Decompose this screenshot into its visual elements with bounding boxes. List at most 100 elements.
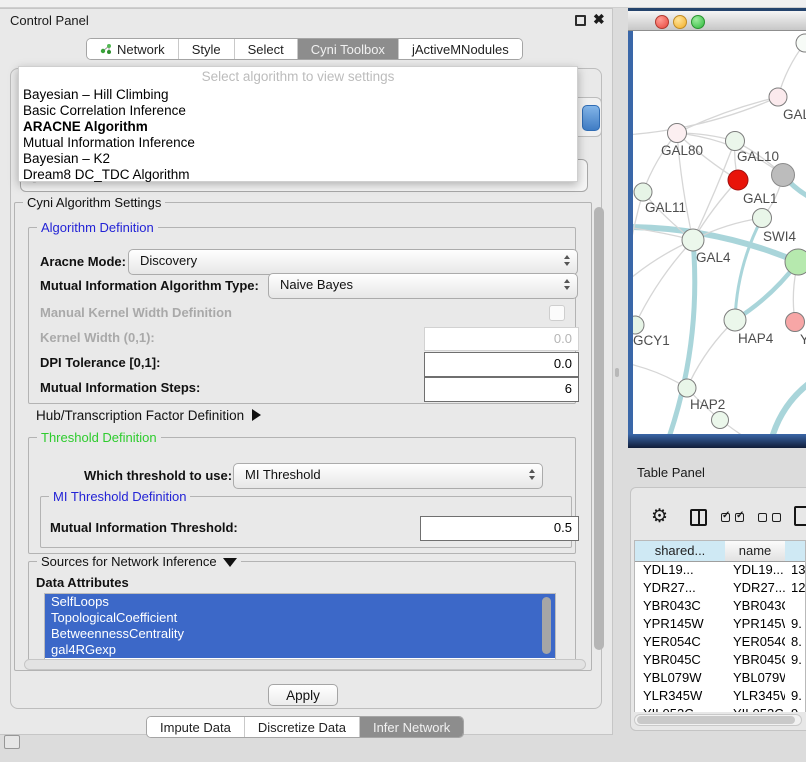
gear-icon[interactable]: ⚙ [651,505,668,528]
mi-type-value: Naive Bayes [280,277,353,292]
network-node-gal4[interactable] [682,229,704,251]
file-icon[interactable] [794,506,806,526]
network-node-hap4[interactable] [724,309,746,331]
table-cell: YER054C [643,633,725,651]
bottom-tab-infer-network[interactable]: Infer Network [360,717,463,737]
table-row[interactable]: YLR345WYLR345W9. [635,687,806,705]
aracne-mode-combo[interactable]: Discovery [128,249,578,275]
panel-divider-handle[interactable] [615,368,619,377]
network-node[interactable] [728,170,748,190]
attribute-option-topologicalcoefficient[interactable]: TopologicalCoefficient [45,610,555,626]
network-edge[interactable] [635,240,693,325]
network-node[interactable] [796,34,806,52]
checked-column-icon[interactable]: ✓ [721,513,730,522]
network-window-titlebar[interactable] [628,11,806,31]
network-node-label: HAP4 [738,331,774,346]
mi-type-combo[interactable]: Naive Bayes [268,273,578,299]
which-threshold-value: MI Threshold [245,467,321,482]
unchecked-column-icon[interactable] [758,513,767,522]
table-row[interactable]: YIL052CYIL052C9. [635,705,806,712]
mi-threshold-field[interactable]: 0.5 [420,516,579,541]
split-view-icon[interactable] [690,509,707,526]
network-edge[interactable] [677,97,778,133]
table-row[interactable]: YBR043CYBR043C [635,597,806,615]
table-row[interactable]: YBL079WYBL079W [635,669,806,687]
table-cell: YBL079W [643,669,725,687]
tab-network[interactable]: Network [87,39,179,59]
hub-definition-label: Hub/Transcription Factor Definition [36,408,244,423]
dpi-tolerance-field[interactable]: 0.0 [424,352,579,377]
window-zoom-button[interactable] [691,15,705,29]
table-cell: 8. [791,633,806,651]
which-threshold-combo[interactable]: MI Threshold [233,463,543,489]
bottom-tab-impute-data[interactable]: Impute Data [147,717,245,737]
algorithm-option-bayesian-k2[interactable]: Bayesian – K2 [19,151,577,167]
tab-select[interactable]: Select [235,39,298,59]
algorithm-option-aracne-algorithm[interactable]: ARACNE Algorithm [19,119,577,135]
restore-panel-icon[interactable] [4,735,20,749]
column-header-shared[interactable]: shared... [635,541,726,562]
manual-kernel-checkbox[interactable] [549,305,565,321]
checked-column-icon[interactable]: ✓ [735,513,744,522]
window-close-button[interactable] [655,15,669,29]
table-cell: 9. [791,687,806,705]
network-canvas[interactable]: GAL7GAL80GAL10GAL1GAL11SWI4GAL4GCY1HAP4Y… [633,31,806,434]
tab-jactivemnodules[interactable]: jActiveMNodules [399,39,522,59]
apply-button[interactable]: Apply [268,684,338,706]
table-row[interactable]: YER054C YER054C 8. [635,633,806,651]
combo-arrows-icon [564,255,570,266]
bottom-tab-discretize-data[interactable]: Discretize Data [245,717,360,737]
focused-combo-arrow-button[interactable] [582,105,600,131]
network-node[interactable] [712,412,729,429]
network-node-gal10[interactable] [726,132,745,151]
mi-type-label: Mutual Information Algorithm Type: [40,278,259,293]
float-window-icon[interactable] [575,15,586,26]
table-row[interactable]: YBR045CYBR045C9. [635,651,806,669]
network-node-hap2[interactable] [678,379,696,397]
network-node-gal7[interactable] [769,88,787,106]
network-node-gcy1[interactable] [633,316,644,334]
settings-horizontal-scrollbar[interactable] [24,659,586,670]
column-header-a[interactable]: A [785,541,806,562]
attribute-option-gal4rgexp[interactable]: gal4RGexp [45,642,555,658]
table-cell: YPR145W [643,615,725,633]
tab-style[interactable]: Style [179,39,235,59]
network-node-gal80[interactable] [668,124,687,143]
control-panel: Control Panel ✖ NetworkStyleSelectCyni T… [0,8,613,735]
sources-expander[interactable]: Sources for Network Inference [37,554,241,569]
attribute-option-betweennesscentrality[interactable]: BetweennessCentrality [45,626,555,642]
network-node[interactable] [772,164,795,187]
data-attributes-label: Data Attributes [36,575,129,590]
unchecked-column-icon[interactable] [772,513,781,522]
table-cell: YER054C [733,633,785,651]
attribute-option-selfloops[interactable]: SelfLoops [45,594,555,610]
scrollbar-thumb[interactable] [637,716,795,724]
network-edge[interactable] [771,379,806,434]
algorithm-option-basic-correlation-inference[interactable]: Basic Correlation Inference [19,103,577,119]
table-row[interactable]: YDR27...YDR27...12 [635,579,806,597]
combo-arrows-icon [564,279,570,290]
network-node-swi4[interactable] [785,249,806,275]
settings-vertical-scrollbar[interactable] [592,205,605,667]
table-row[interactable]: YPR145WYPR145W9. [635,615,806,633]
algorithm-option-mutual-information-inference[interactable]: Mutual Information Inference [19,135,577,151]
scrollbar-thumb[interactable] [594,207,604,650]
scrollbar-thumb[interactable] [542,597,551,654]
kernel-width-field[interactable]: 0.0 [424,327,579,351]
table-horizontal-scrollbar[interactable] [634,714,802,726]
hub-definition-expander[interactable]: Hub/Transcription Factor Definition [36,408,261,423]
algorithm-option-dream8-dc-tdc-algorithm[interactable]: Dream8 DC_TDC Algorithm [19,167,577,183]
column-header-name[interactable]: name [725,541,786,562]
network-node-gal11[interactable] [634,183,652,201]
mi-steps-field[interactable]: 6 [424,377,579,402]
network-node-gal1[interactable] [753,209,772,228]
tab-cyni-toolbox[interactable]: Cyni Toolbox [298,39,399,59]
window-minimize-button[interactable] [673,15,687,29]
close-icon[interactable]: ✖ [593,11,605,28]
algorithm-option-bayesian-hill-climbing[interactable]: Bayesian – Hill Climbing [19,87,577,103]
node-attribute-table: shared...nameA YDL19...YDL19...13YDR27..… [634,540,806,712]
attribute-list-scrollbar[interactable] [541,596,552,658]
network-node-y[interactable] [786,313,805,332]
network-edge[interactable] [643,133,677,192]
table-row[interactable]: YDL19...YDL19...13 [635,561,806,579]
